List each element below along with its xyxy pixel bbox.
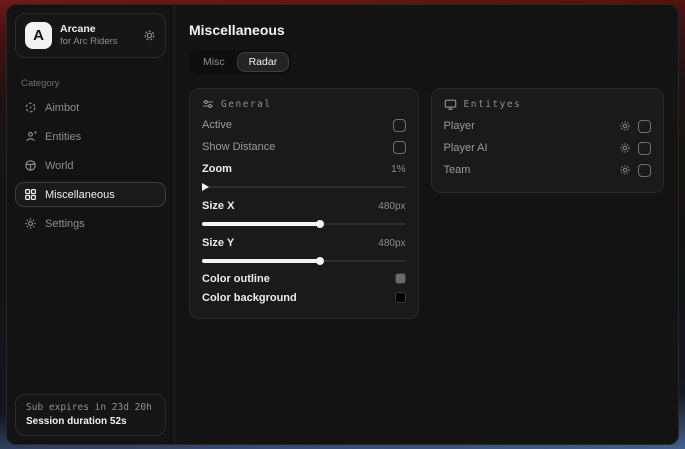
logo-card: A Arcane for Arc Riders: [15, 13, 166, 58]
setting-row-show-distance: Show Distance: [202, 136, 406, 158]
logo-text: Arcane for Arc Riders: [60, 23, 135, 48]
setting-label: Color background: [202, 292, 297, 304]
tab-radar[interactable]: Radar: [237, 52, 290, 72]
general-panel-header: General: [202, 98, 406, 110]
color-background-swatch[interactable]: [395, 292, 406, 303]
setting-row-color-background: Color background: [202, 288, 406, 307]
sidebar-item-label: World: [45, 160, 74, 172]
entity-row-player-ai: Player AI: [444, 137, 651, 159]
tab-misc[interactable]: Misc: [191, 52, 237, 72]
sidebar-item-label: Settings: [45, 218, 85, 230]
monitor-icon: [444, 98, 457, 111]
subscription-box: Sub expires in 23d 20h Session duration …: [15, 394, 166, 436]
player-checkbox[interactable]: [638, 120, 651, 133]
setting-row-size-x: Size X 480px: [202, 195, 406, 217]
session-duration-text: Session duration 52s: [26, 416, 155, 427]
app-logo: A: [25, 22, 52, 49]
sidebar-item-label: Entities: [45, 131, 81, 143]
sidebar-nav: Aimbot Entities World Miscellaneous Settings: [7, 95, 174, 236]
entity-row-team: Team: [444, 159, 651, 181]
entity-label: Player AI: [444, 142, 488, 154]
general-panel: General Active Show Distance Zoom 1% Size X 4…: [189, 88, 419, 319]
setting-row-size-y: Size Y 480px: [202, 232, 406, 254]
app-subtitle: for Arc Riders: [60, 36, 135, 48]
setting-label: Color outline: [202, 273, 270, 285]
gear-icon: [24, 217, 37, 230]
slider-thumb[interactable]: [316, 257, 324, 265]
entity-label: Player: [444, 120, 475, 132]
slider-thumb[interactable]: [202, 183, 209, 191]
globe-icon: [24, 159, 37, 172]
setting-label: Size Y: [202, 237, 234, 249]
sliders-icon: [202, 98, 214, 110]
row-gear-icon[interactable]: [619, 164, 631, 176]
config-gear-icon[interactable]: [143, 29, 156, 42]
size-x-slider[interactable]: [202, 218, 406, 230]
color-outline-swatch[interactable]: [395, 273, 406, 284]
crosshair-icon: [24, 101, 37, 114]
team-checkbox[interactable]: [638, 164, 651, 177]
sidebar-item-entities[interactable]: Entities: [15, 124, 166, 149]
sidebar-item-world[interactable]: World: [15, 153, 166, 178]
setting-label: Show Distance: [202, 141, 275, 153]
tab-bar: MiscRadar: [189, 50, 291, 74]
show-distance-checkbox[interactable]: [393, 141, 406, 154]
setting-row-active: Active: [202, 114, 406, 136]
panels-row: General Active Show Distance Zoom 1% Size X 4…: [189, 88, 664, 319]
setting-row-zoom: Zoom 1%: [202, 158, 406, 180]
sidebar-item-label: Miscellaneous: [45, 189, 115, 201]
sub-expiry-text: Sub expires in 23d 20h: [26, 402, 155, 413]
page-title: Miscellaneous: [189, 22, 664, 38]
setting-row-color-outline: Color outline: [202, 269, 406, 288]
setting-value: 480px: [378, 201, 405, 212]
sidebar-item-miscellaneous[interactable]: Miscellaneous: [15, 182, 166, 207]
main-content: Miscellaneous MiscRadar General Active Sh…: [175, 5, 678, 444]
entity-label: Team: [444, 164, 471, 176]
sidebar: A Arcane for Arc Riders Category Aimbot E…: [7, 5, 175, 444]
entities-panel: Entityes Player Player AI Team: [431, 88, 664, 193]
zoom-slider[interactable]: [202, 181, 406, 193]
active-checkbox[interactable]: [393, 119, 406, 132]
grid-icon: [24, 188, 37, 201]
player-ai-checkbox[interactable]: [638, 142, 651, 155]
app-window: A Arcane for Arc Riders Category Aimbot E…: [6, 4, 679, 445]
size-y-slider[interactable]: [202, 255, 406, 267]
entities-panel-header: Entityes: [444, 98, 651, 111]
slider-thumb[interactable]: [316, 220, 324, 228]
app-title: Arcane: [60, 23, 135, 36]
sidebar-item-settings[interactable]: Settings: [15, 211, 166, 236]
sidebar-item-label: Aimbot: [45, 102, 79, 114]
category-label: Category: [21, 78, 160, 89]
setting-label: Active: [202, 119, 232, 131]
row-gear-icon[interactable]: [619, 120, 631, 132]
general-panel-title: General: [221, 99, 272, 110]
setting-label: Zoom: [202, 163, 232, 175]
setting-value: 1%: [391, 164, 405, 175]
row-gear-icon[interactable]: [619, 142, 631, 154]
setting-value: 480px: [378, 238, 405, 249]
setting-label: Size X: [202, 200, 234, 212]
entities-icon: [24, 130, 37, 143]
entities-panel-title: Entityes: [464, 99, 522, 110]
sidebar-item-aimbot[interactable]: Aimbot: [15, 95, 166, 120]
entity-row-player: Player: [444, 115, 651, 137]
